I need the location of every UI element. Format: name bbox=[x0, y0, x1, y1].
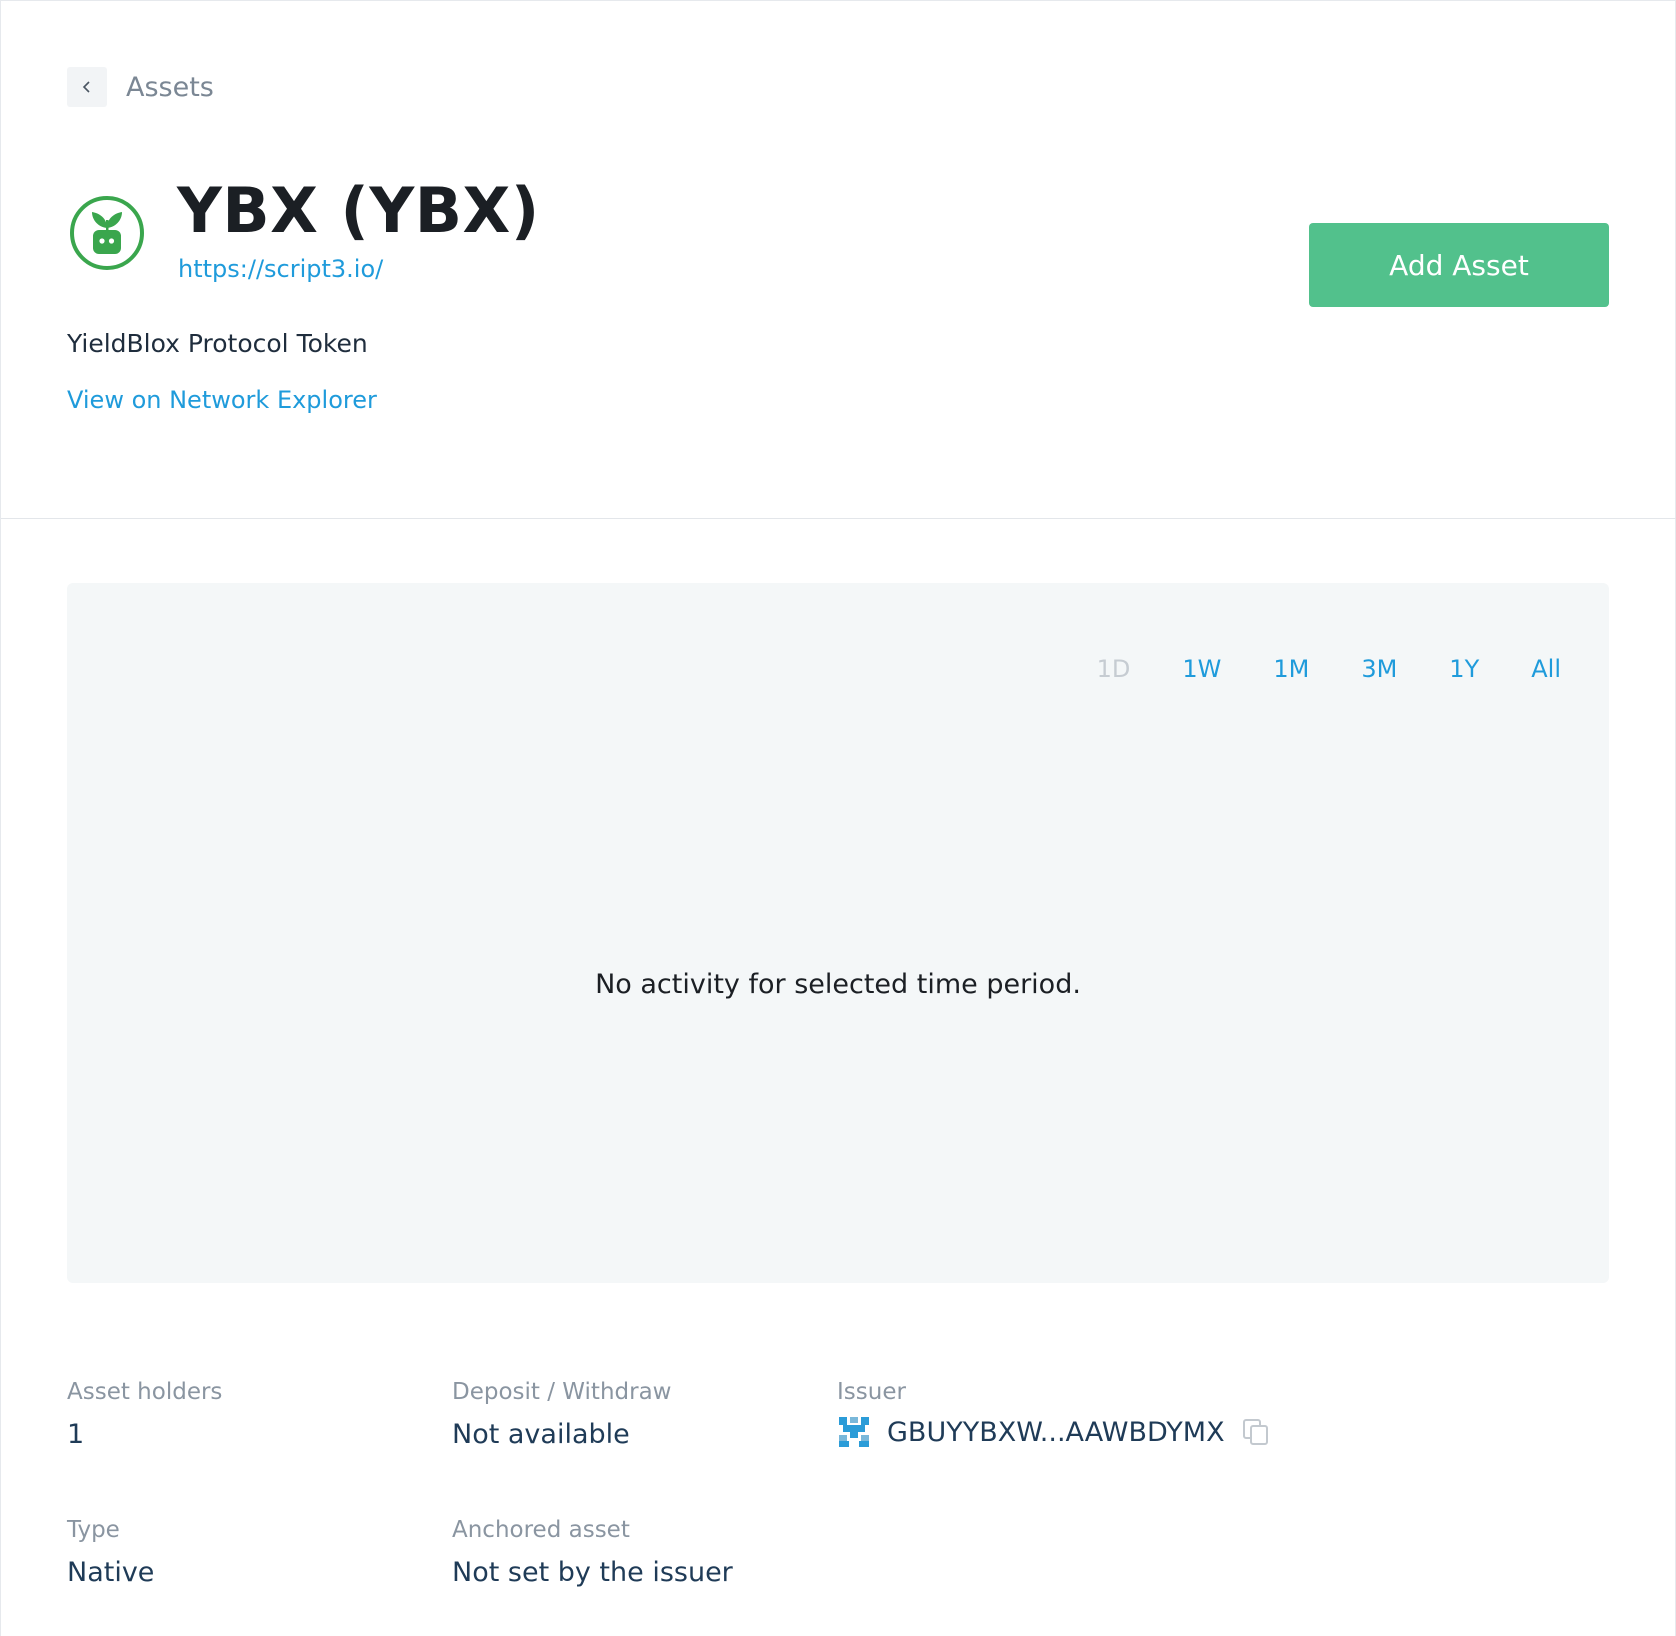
stat-issuer: Issuer GBUYYBXW...AAWBDYMX bbox=[837, 1379, 1271, 1449]
range-tab-all[interactable]: All bbox=[1531, 655, 1561, 683]
asset-detail-page: Assets YBX (YBX) https://script3.io/ Add… bbox=[0, 0, 1676, 1636]
range-tab-1y[interactable]: 1Y bbox=[1449, 655, 1479, 683]
add-asset-button[interactable]: Add Asset bbox=[1309, 223, 1609, 307]
issuer-row: GBUYYBXW...AAWBDYMX bbox=[837, 1415, 1271, 1449]
stat-value: 1 bbox=[67, 1419, 85, 1450]
chevron-left-icon bbox=[82, 81, 90, 93]
empty-state-message: No activity for selected time period. bbox=[595, 969, 1081, 1000]
stat-label: Deposit / Withdraw bbox=[452, 1379, 672, 1405]
yieldblox-logo-icon bbox=[70, 196, 144, 270]
time-range-tabs: 1D 1W 1M 3M 1Y All bbox=[1045, 655, 1561, 683]
page-title: YBX (YBX) bbox=[177, 174, 540, 247]
stat-label: Asset holders bbox=[67, 1379, 223, 1405]
range-tab-1w[interactable]: 1W bbox=[1182, 655, 1221, 683]
section-divider bbox=[1, 518, 1676, 519]
asset-description: YieldBlox Protocol Token bbox=[67, 329, 368, 358]
activity-chart-panel: 1D 1W 1M 3M 1Y All No activity for selec… bbox=[67, 583, 1609, 1283]
range-tab-3m[interactable]: 3M bbox=[1361, 655, 1397, 683]
back-button[interactable] bbox=[67, 67, 107, 107]
stat-label: Type bbox=[67, 1517, 120, 1543]
stat-label: Anchored asset bbox=[452, 1517, 630, 1543]
stat-value: Native bbox=[67, 1557, 155, 1588]
stat-value: Not available bbox=[452, 1419, 630, 1450]
asset-website-link[interactable]: https://script3.io/ bbox=[178, 255, 383, 283]
range-tab-1d: 1D bbox=[1096, 655, 1131, 683]
identicon-icon bbox=[839, 1417, 869, 1447]
breadcrumb-assets-link[interactable]: Assets bbox=[126, 72, 214, 103]
network-explorer-link[interactable]: View on Network Explorer bbox=[67, 386, 377, 414]
copy-icon[interactable] bbox=[1241, 1417, 1271, 1447]
stat-asset-holders: Asset holders 1 bbox=[67, 1379, 222, 1450]
stat-type: Type Native bbox=[67, 1517, 154, 1588]
issuer-key[interactable]: GBUYYBXW...AAWBDYMX bbox=[887, 1417, 1225, 1448]
range-tab-1m[interactable]: 1M bbox=[1273, 655, 1309, 683]
stat-label: Issuer bbox=[837, 1379, 906, 1405]
stat-deposit-withdraw: Deposit / Withdraw Not available bbox=[452, 1379, 671, 1450]
breadcrumb: Assets bbox=[67, 67, 214, 107]
stat-value: Not set by the issuer bbox=[452, 1557, 733, 1588]
stat-anchored-asset: Anchored asset Not set by the issuer bbox=[452, 1517, 733, 1588]
